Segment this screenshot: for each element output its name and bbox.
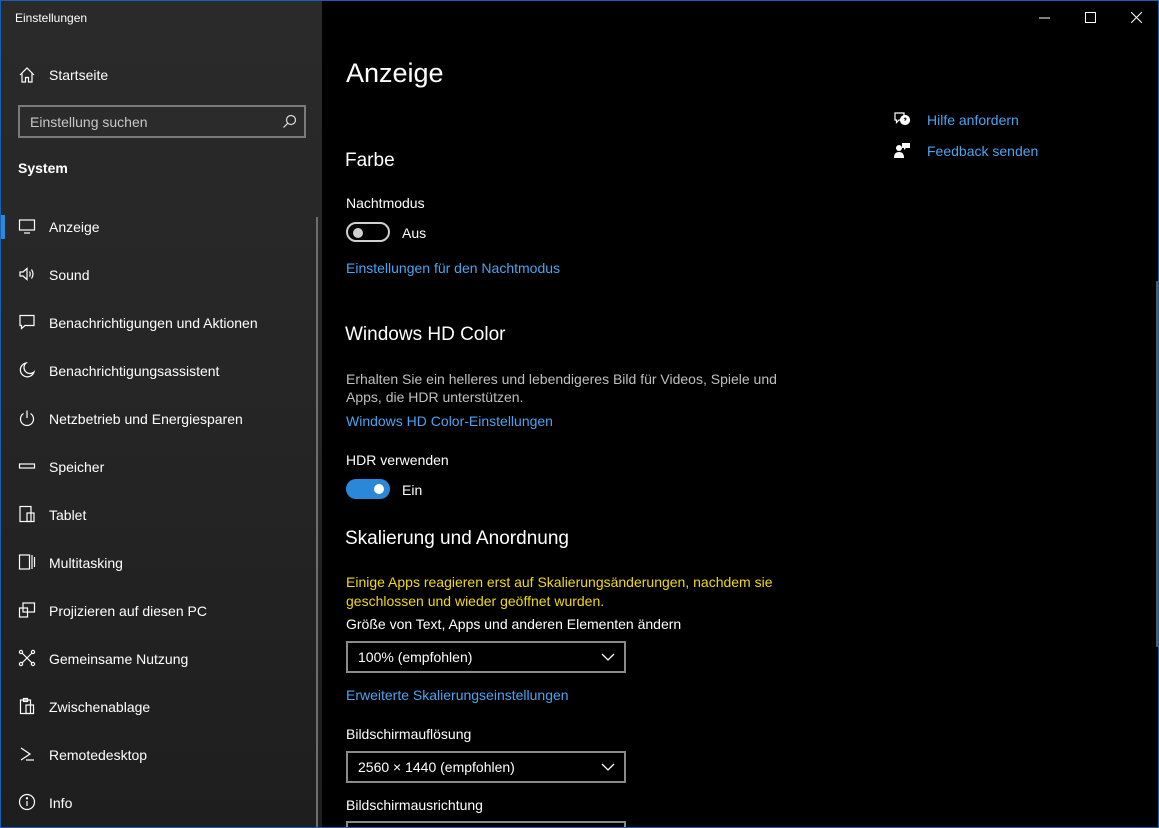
night-mode-settings-link[interactable]: Einstellungen für den Nachtmodus bbox=[346, 260, 560, 276]
minimize-icon bbox=[1039, 17, 1050, 19]
night-mode-label: Nachtmodus bbox=[346, 195, 425, 211]
sidebar-item-projizieren[interactable]: Projizieren auf diesen PC bbox=[1, 587, 322, 635]
advanced-scaling-link[interactable]: Erweiterte Skalierungseinstellungen bbox=[346, 687, 569, 703]
selection-indicator bbox=[1, 215, 5, 239]
hd-color-settings-link[interactable]: Windows HD Color-Einstellungen bbox=[346, 413, 553, 429]
help-chat-icon bbox=[894, 112, 911, 126]
notification-icon bbox=[19, 314, 35, 330]
size-label: Größe von Text, Apps und anderen Element… bbox=[346, 616, 682, 632]
clipboard-icon bbox=[19, 697, 35, 715]
scale-dropdown[interactable]: 100% (empfohlen) bbox=[346, 641, 626, 673]
sidebar-item-label: Sound bbox=[49, 267, 90, 283]
main-scrollbar[interactable] bbox=[1156, 281, 1158, 647]
night-mode-toggle[interactable] bbox=[346, 222, 390, 242]
sidebar-item-anzeige[interactable]: Anzeige bbox=[1, 203, 322, 251]
scaling-warning: Einige Apps reagieren erst auf Skalierun… bbox=[346, 574, 773, 609]
section-title-system: System bbox=[18, 160, 68, 176]
settings-window: Einstellungen Startseite Einstellung suc… bbox=[0, 0, 1159, 828]
sidebar-item-label: Zwischenablage bbox=[49, 699, 151, 715]
heading-hd-color: Windows HD Color bbox=[345, 324, 506, 345]
sidebar-item-label: Info bbox=[49, 795, 73, 811]
sidebar-item-label: Projizieren auf diesen PC bbox=[49, 603, 207, 619]
chevron-down-icon bbox=[601, 763, 615, 771]
monitor-icon bbox=[18, 219, 36, 234]
heading-farbe: Farbe bbox=[345, 150, 395, 171]
storage-icon bbox=[18, 463, 36, 469]
power-icon bbox=[19, 410, 35, 427]
sidebar-item-label: Netzbetrieb und Energiesparen bbox=[49, 411, 243, 427]
sidebar-item-label: Anzeige bbox=[49, 219, 100, 235]
sidebar-item-label: Benachrichtigungsassistent bbox=[49, 363, 220, 379]
resolution-dropdown[interactable]: 2560 × 1440 (empfohlen) bbox=[346, 751, 626, 783]
sidebar-scrollbar[interactable] bbox=[316, 217, 318, 827]
sidebar-item-info[interactable]: Info bbox=[1, 779, 322, 827]
page-title: Anzeige bbox=[346, 58, 444, 88]
heading-scaling: Skalierung und Anordnung bbox=[345, 528, 569, 549]
sidebar-item-label: Gemeinsame Nutzung bbox=[49, 651, 189, 667]
toggle-knob bbox=[353, 228, 363, 238]
maximize-button[interactable] bbox=[1068, 1, 1114, 35]
sidebar-item-label: Remotedesktop bbox=[49, 747, 148, 763]
hdr-toggle[interactable] bbox=[346, 479, 390, 499]
get-help-link[interactable]: Hilfe anfordern bbox=[893, 108, 1113, 132]
feedback-label: Feedback senden bbox=[927, 143, 1039, 159]
sidebar-item-zwischenablage[interactable]: Zwischenablage bbox=[1, 683, 322, 731]
sidebar-item-benachrichtigungsassistent[interactable]: Benachrichtigungsassistent bbox=[1, 347, 322, 395]
toggle-knob bbox=[374, 484, 384, 494]
project-icon bbox=[18, 602, 36, 618]
sidebar-item-label: Tablet bbox=[49, 507, 87, 523]
sidebar: Einstellungen Startseite Einstellung suc… bbox=[1, 1, 322, 827]
app-title: Einstellungen bbox=[15, 11, 88, 25]
share-icon bbox=[18, 649, 36, 667]
feedback-link[interactable]: Feedback senden bbox=[893, 139, 1113, 163]
sidebar-item-benachrichtigungen[interactable]: Benachrichtigungen und Aktionen bbox=[1, 299, 322, 347]
speaker-icon bbox=[19, 267, 34, 281]
info-icon bbox=[18, 793, 36, 811]
maximize-icon bbox=[1085, 12, 1096, 23]
scale-dropdown-value: 100% (empfohlen) bbox=[358, 649, 473, 665]
multitasking-icon bbox=[18, 554, 36, 570]
sidebar-item-multitasking[interactable]: Multitasking bbox=[1, 539, 322, 587]
main-content: Anzeige Farbe Nachtmodus Aus Einstellung… bbox=[322, 1, 1158, 827]
close-icon bbox=[1131, 12, 1142, 23]
search-placeholder: Einstellung suchen bbox=[30, 114, 148, 130]
resolution-label: Bildschirmauflösung bbox=[346, 726, 472, 742]
orientation-label: Bildschirmausrichtung bbox=[346, 797, 483, 813]
tablet-icon bbox=[19, 505, 35, 523]
sidebar-item-remotedesktop[interactable]: Remotedesktop bbox=[1, 731, 322, 779]
sidebar-nav: Anzeige Sound Benachrichtigungen und Akt… bbox=[1, 203, 322, 827]
sidebar-item-label: Multitasking bbox=[49, 555, 123, 571]
home-button[interactable]: Startseite bbox=[1, 59, 322, 91]
home-icon bbox=[19, 67, 35, 83]
night-mode-state: Aus bbox=[402, 225, 427, 241]
sidebar-item-label: Speicher bbox=[49, 459, 105, 475]
orientation-dropdown[interactable] bbox=[346, 821, 626, 827]
sidebar-item-gemeinsame-nutzung[interactable]: Gemeinsame Nutzung bbox=[1, 635, 322, 683]
chevron-down-icon bbox=[601, 653, 615, 661]
search-icon[interactable] bbox=[282, 114, 297, 129]
sidebar-item-sound[interactable]: Sound bbox=[1, 251, 322, 299]
sidebar-item-label: Benachrichtigungen und Aktionen bbox=[49, 315, 258, 331]
remote-icon bbox=[20, 747, 34, 761]
hd-color-description: Erhalten Sie ein helleres und lebendiger… bbox=[346, 371, 777, 405]
resolution-dropdown-value: 2560 × 1440 (empfohlen) bbox=[358, 759, 515, 775]
minimize-button[interactable] bbox=[1022, 1, 1068, 35]
get-help-label: Hilfe anfordern bbox=[927, 112, 1019, 128]
hdr-label: HDR verwenden bbox=[346, 452, 449, 468]
sidebar-item-speicher[interactable]: Speicher bbox=[1, 443, 322, 491]
search-input[interactable]: Einstellung suchen bbox=[18, 105, 306, 138]
close-button[interactable] bbox=[1114, 1, 1158, 35]
sidebar-item-tablet[interactable]: Tablet bbox=[1, 491, 322, 539]
feedback-icon bbox=[894, 143, 910, 158]
hdr-state: Ein bbox=[402, 482, 423, 498]
moon-icon bbox=[19, 361, 36, 378]
home-label: Startseite bbox=[49, 67, 109, 83]
sidebar-item-netzbetrieb[interactable]: Netzbetrieb und Energiesparen bbox=[1, 395, 322, 443]
